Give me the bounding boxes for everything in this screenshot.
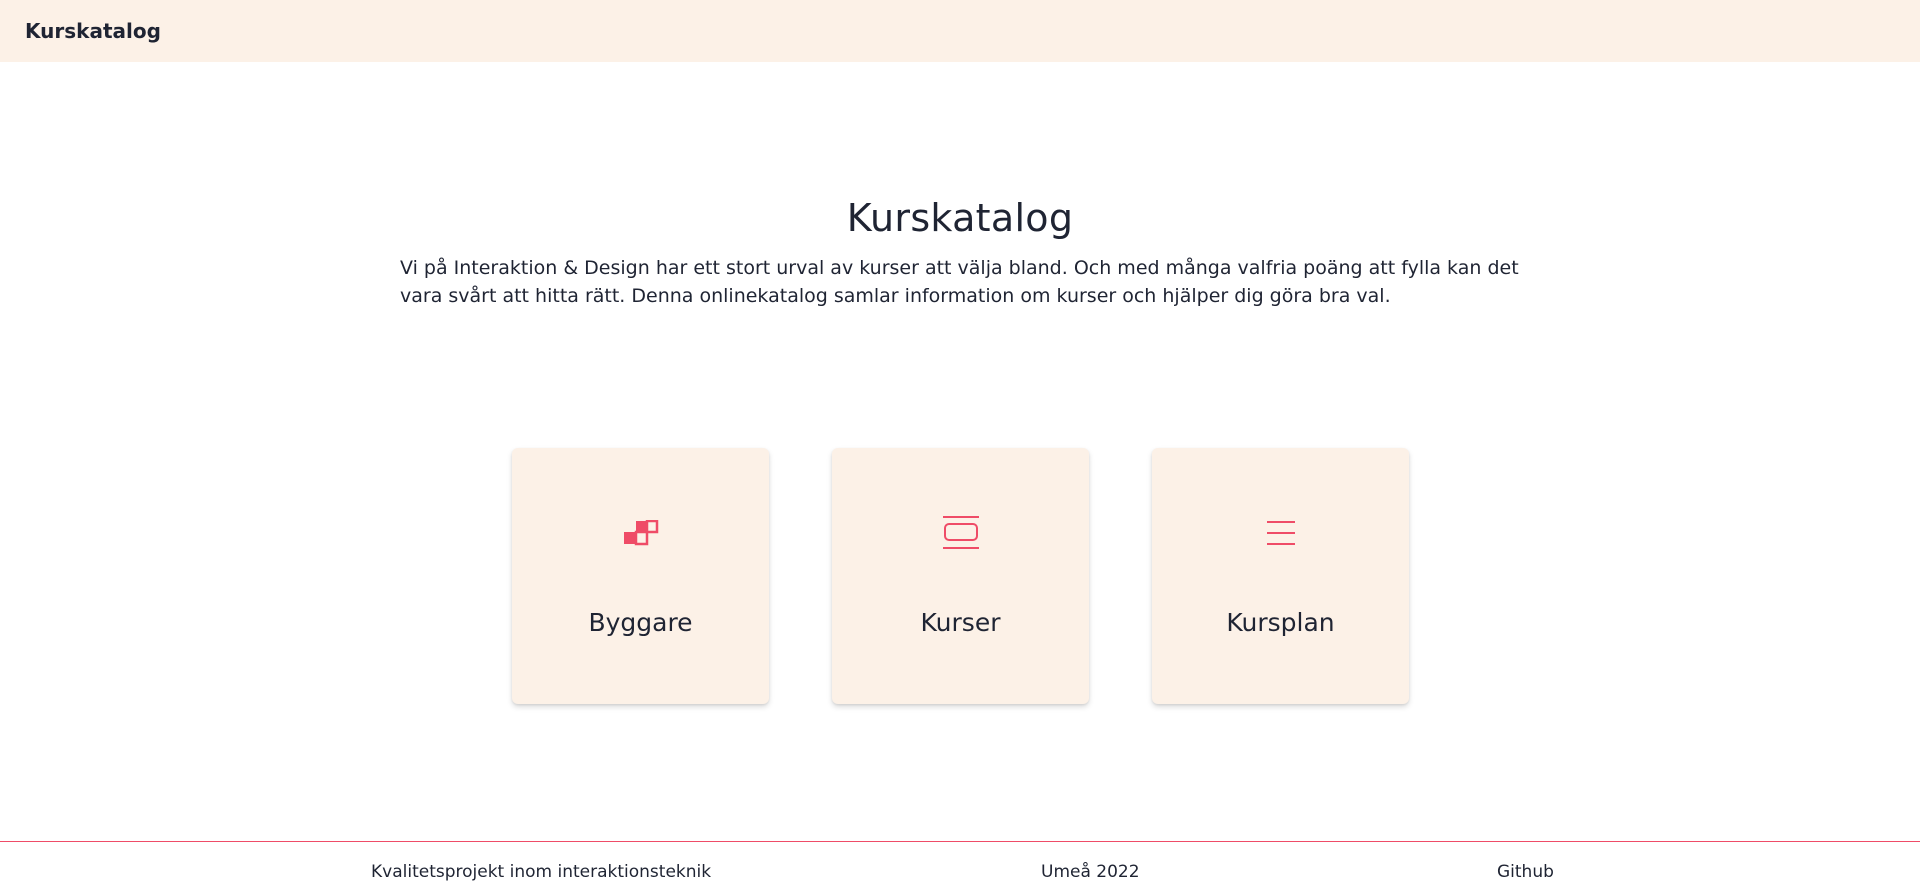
card-kursplan[interactable]: Kursplan bbox=[1152, 448, 1409, 704]
feature-cards: Byggare Kurser Kursplan bbox=[0, 448, 1920, 706]
card-label-kursplan: Kursplan bbox=[1226, 608, 1335, 637]
course-cards-icon bbox=[942, 514, 980, 552]
card-kurser[interactable]: Kurser bbox=[832, 448, 1089, 704]
footer-github-link[interactable]: Github bbox=[1497, 862, 1554, 882]
page-footer: Kvalitetsprojekt inom interaktionsteknik… bbox=[0, 841, 1920, 895]
footer-project-text: Kvalitetsprojekt inom interaktionsteknik bbox=[371, 862, 712, 882]
builder-blocks-icon bbox=[622, 514, 660, 552]
brand-link[interactable]: Kurskatalog bbox=[25, 19, 161, 43]
intro-paragraph: Vi på Interaktion & Design har ett stort… bbox=[400, 257, 1519, 307]
top-navbar: Kurskatalog bbox=[0, 0, 1920, 62]
card-label-kurser: Kurser bbox=[920, 608, 1001, 637]
hero-section: Kurskatalog Vi på Interaktion & Design h… bbox=[400, 196, 1520, 310]
footer-location-text: Umeå 2022 bbox=[1041, 862, 1140, 882]
list-lines-icon bbox=[1262, 514, 1300, 552]
card-byggare[interactable]: Byggare bbox=[512, 448, 769, 704]
card-label-byggare: Byggare bbox=[588, 608, 693, 637]
page-title: Kurskatalog bbox=[846, 196, 1074, 240]
